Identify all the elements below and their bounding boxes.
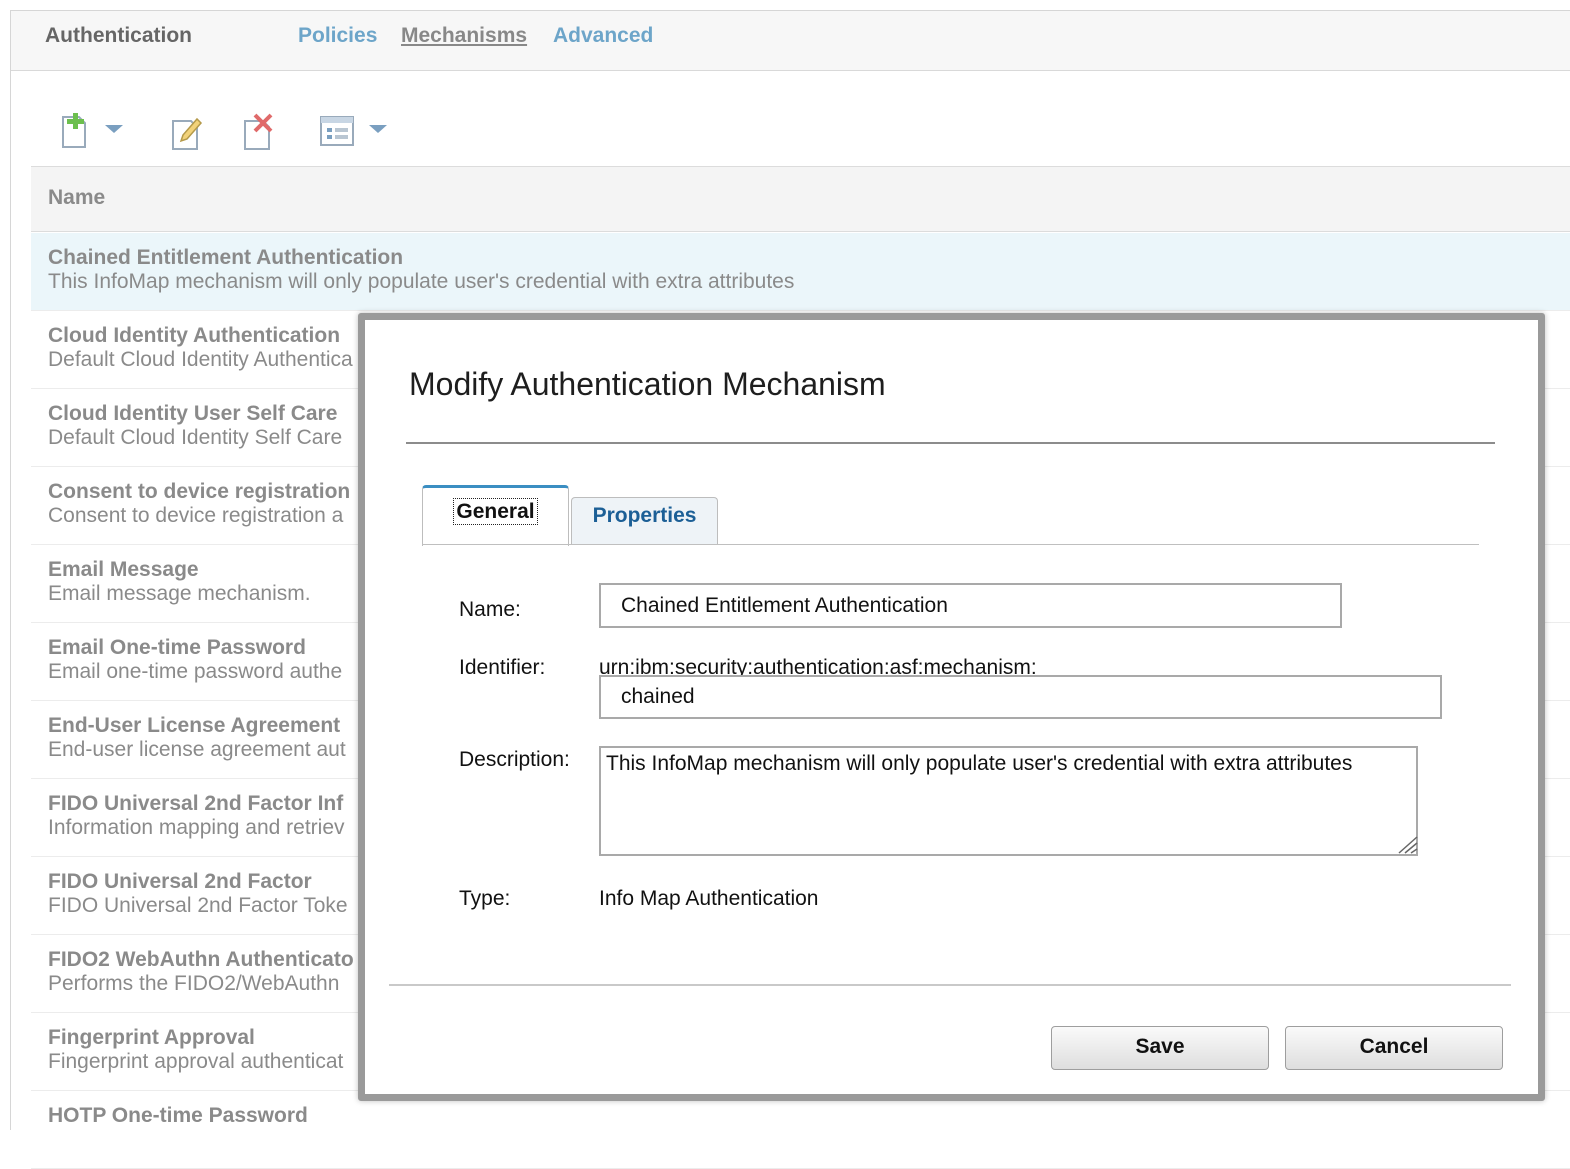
- name-field[interactable]: [599, 583, 1342, 628]
- delete-icon: [244, 113, 273, 150]
- add-mechanism-button[interactable]: [59, 111, 131, 151]
- row-name: HOTP One-time Password: [48, 1104, 308, 1127]
- cancel-button[interactable]: Cancel: [1285, 1026, 1503, 1070]
- tab-properties[interactable]: Properties: [571, 497, 718, 545]
- nav-advanced-link[interactable]: Advanced: [553, 24, 653, 48]
- page-title: Authentication: [45, 24, 192, 47]
- row-name: Chained Entitlement Authentication: [48, 246, 404, 269]
- description-field[interactable]: This InfoMap mechanism will only populat…: [599, 746, 1418, 856]
- footer-divider: [389, 984, 1511, 986]
- description-label: Description:: [459, 748, 570, 771]
- modify-mechanism-dialog: Modify Authentication Mechanism General …: [358, 313, 1545, 1101]
- tab-properties-label: Properties: [592, 504, 697, 527]
- grid-header: Name: [31, 166, 1570, 232]
- column-header-name[interactable]: Name: [48, 186, 105, 210]
- identifier-label: Identifier:: [459, 656, 546, 679]
- top-navigation-bar: Authentication Policies Mechanisms Advan…: [11, 11, 1570, 71]
- add-icon: [62, 113, 123, 148]
- table-row[interactable]: HOTP One-time Password: [31, 1091, 1570, 1169]
- save-button[interactable]: Save: [1051, 1026, 1269, 1070]
- identifier-field[interactable]: [599, 675, 1442, 719]
- nav-policies-link[interactable]: Policies: [298, 24, 377, 48]
- columns-icon: [320, 116, 387, 146]
- edit-icon: [172, 117, 203, 150]
- edit-mechanism-button[interactable]: [169, 111, 205, 151]
- name-label: Name:: [459, 598, 521, 621]
- column-options-button[interactable]: [319, 111, 399, 151]
- tabs-divider: [422, 544, 1479, 545]
- tab-general-label: General: [453, 498, 538, 525]
- dialog-title: Modify Authentication Mechanism: [409, 366, 886, 402]
- table-row[interactable]: Chained Entitlement Authentication This …: [31, 233, 1570, 311]
- delete-mechanism-button[interactable]: [241, 111, 277, 151]
- tab-general[interactable]: General: [422, 485, 569, 546]
- resize-grip-icon[interactable]: [1395, 832, 1419, 856]
- title-divider: [406, 442, 1495, 444]
- nav-mechanisms-link[interactable]: Mechanisms: [401, 24, 527, 48]
- row-description: This InfoMap mechanism will only populat…: [48, 270, 795, 293]
- type-value: Info Map Authentication: [599, 887, 819, 910]
- type-label: Type:: [459, 887, 511, 910]
